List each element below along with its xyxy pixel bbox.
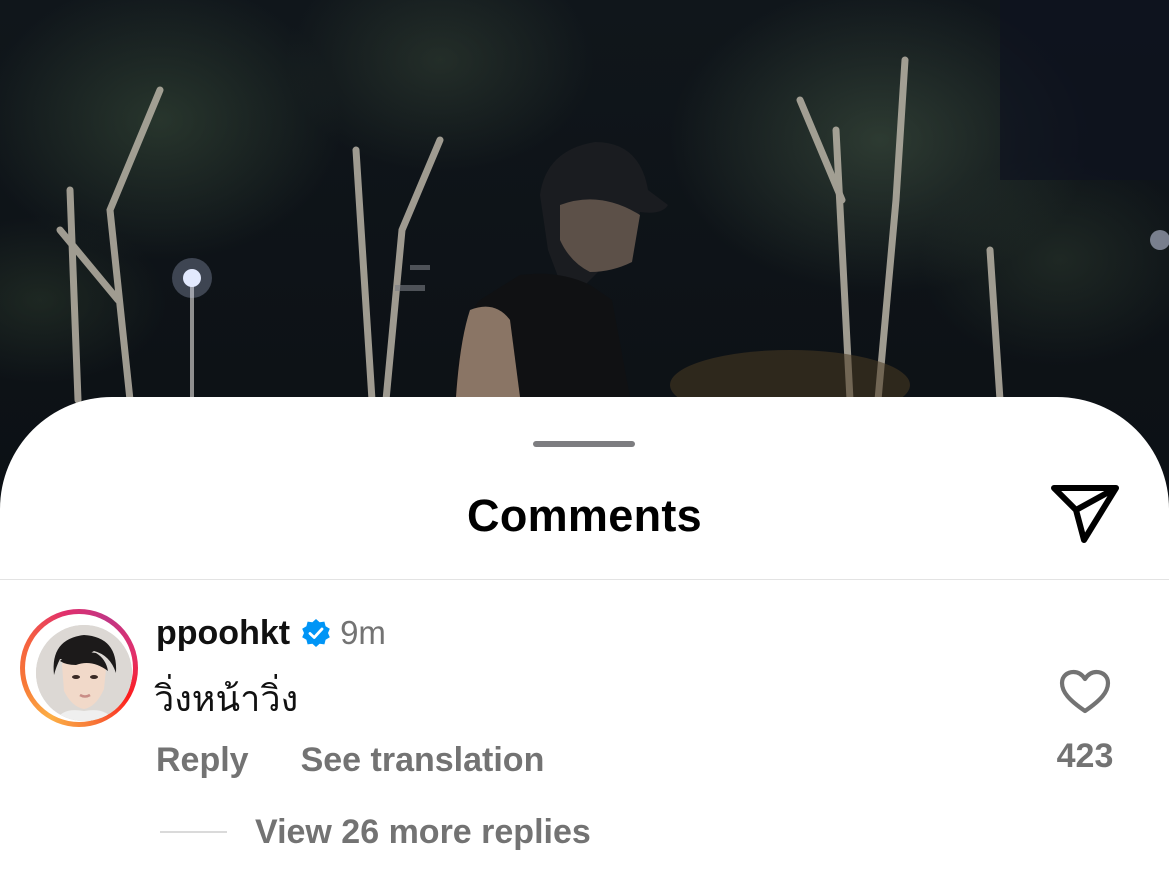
sheet-title: Comments [467,490,702,541]
view-replies-button[interactable]: View 26 more replies [160,812,591,852]
view-replies-label: View 26 more replies [255,812,591,851]
comment-actions: Reply See translation [156,740,544,780]
replies-line-divider [160,831,227,833]
verified-badge-icon [302,619,330,647]
comment-header: ppoohkt 9m [156,613,386,653]
avatar-photo [36,625,132,721]
like-count: 423 [1056,737,1114,775]
heart-icon[interactable] [1059,669,1111,715]
person-figure [455,142,668,397]
avatar[interactable] [20,609,138,727]
paper-plane-icon[interactable] [1046,480,1124,548]
comments-sheet: Comments ppoohkt 9m วิ่งหน้าวิ่ง Reply S… [0,397,1169,881]
comment-username[interactable]: ppoohkt [156,614,290,653]
comment-timestamp: 9m [340,614,386,651]
sheet-grabber-handle[interactable] [533,441,635,447]
comment-text: วิ่งหน้าวิ่ง [154,679,299,720]
reply-button[interactable]: Reply [156,741,249,780]
header-divider [0,579,1169,580]
see-translation-button[interactable]: See translation [301,741,545,780]
